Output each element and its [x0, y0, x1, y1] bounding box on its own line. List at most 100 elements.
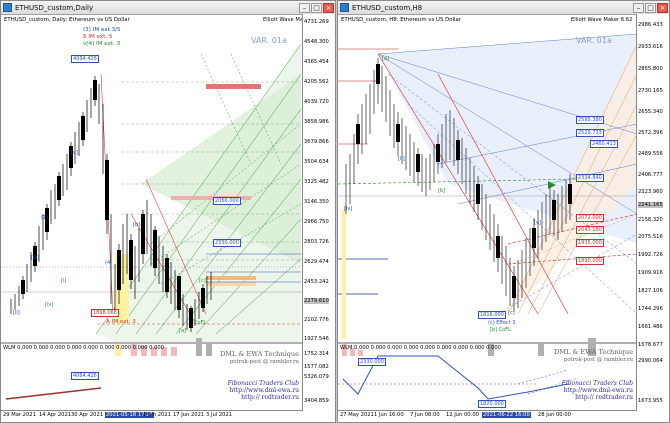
svg-text:[a]: [a] [382, 56, 389, 62]
price-axis-label: 3146.350 [304, 199, 329, 205]
current-price-label: 2241.165 [638, 202, 663, 208]
time-axis-label: 3 Jul 2021 [206, 412, 233, 418]
wave-label: [b] CoFL [490, 327, 511, 333]
price-axis-label: 2158.320 [638, 217, 663, 223]
price-axis-label: 1577.082 [304, 364, 329, 370]
price-axis-label: 1673.955 [638, 398, 663, 404]
close-button[interactable]: × [657, 2, 668, 13]
price-axis-label: 3504.634 [304, 159, 329, 165]
indicator-separator[interactable] [338, 342, 637, 344]
svg-text:(1): (1) [41, 215, 48, 221]
svg-text:[ii]: [ii] [13, 310, 20, 316]
price-axis-label: 2075.516 [638, 234, 663, 240]
svg-text:[b]: [b] [133, 222, 140, 228]
price-chart-area[interactable]: [iii] [v] [ii] (1) (4) [b] [iv] [i] [a] [c] E… [1, 14, 324, 411]
watermark-line: http:// redtrader.ru [575, 394, 633, 401]
price-axis-label: 2655.340 [638, 109, 663, 115]
time-axis[interactable]: 29 Mar 2021 14 Apr 2021 30 Apr 2021 2021… [1, 410, 303, 422]
watermark-links: Fibonacci Traders Club http://www.dml-ew… [228, 380, 299, 401]
price-tag: 1935.000 [576, 239, 604, 247]
svg-text:[iv]: [iv] [344, 206, 352, 212]
wave-label: (c) Effect 3 [488, 320, 516, 326]
price-axis-label: 2323.960 [638, 189, 663, 195]
var-label: VAR. 01a [251, 36, 287, 45]
window-titlebar[interactable]: ETHUSD_custom,H8 – □ × [338, 1, 669, 15]
wave-label: A IM ext. 3 [106, 319, 136, 325]
price-axis-label: 3404.859 [304, 398, 329, 404]
chart-window-h8[interactable]: ETHUSD_custom,H8 – □ × [a] [b] [c] [iv] … [337, 0, 670, 423]
watermark-line: http:// redtrader.ru [241, 394, 299, 401]
window-titlebar[interactable]: ETHUSD_custom,Daily – □ × [1, 1, 335, 15]
chart-window-daily[interactable]: ETHUSD_custom,Daily – □ × [iii] [v] [ii]… [0, 0, 336, 423]
watermark-line: http://www.dml-ewa.ru [563, 387, 633, 394]
svg-text:[ii]: [ii] [398, 156, 405, 162]
price-axis-label: 2933.616 [638, 44, 663, 50]
indicator-header: WLM 0.000 0.000 0.000 0.000 0.000 0.000 … [340, 345, 501, 351]
svg-text:[iv]: [iv] [45, 302, 53, 308]
watermark-line: potrok-post @ rambler.ru [563, 357, 633, 363]
time-axis-cursor-label: 2021-06-22 16:00 [482, 412, 531, 418]
minimize-button[interactable]: – [299, 2, 310, 13]
price-axis-label: 2102.776 [304, 317, 329, 323]
chart-window-icon [3, 3, 12, 12]
price-axis-label: 2966.750 [304, 219, 329, 225]
price-axis[interactable]: 4731.269 4548.300 4365.454 4205.562 4039… [302, 14, 335, 422]
watermark-line: Fibonacci Traders Club [561, 380, 633, 387]
price-axis-label: 3858.986 [304, 119, 329, 125]
maximize-button[interactable]: □ [645, 2, 656, 13]
price-axis[interactable]: 2986.433 2933.616 2855.800 2730.165 2655… [636, 14, 669, 422]
time-axis-label: 12 Jun 00:00 [446, 412, 479, 418]
chart-window-icon [340, 3, 349, 12]
close-button[interactable]: × [323, 2, 334, 13]
price-tag: 2334.840 [576, 174, 604, 182]
chart-header: ETHUSD_custom, H8: Ethereum vs US Dollar [341, 17, 462, 23]
svg-text:[b]: [b] [438, 188, 445, 194]
watermark: DML & EWA Technique potrok-post @ ramble… [554, 348, 633, 364]
indicator-separator[interactable] [1, 342, 303, 344]
wave-label: CoFL [194, 320, 207, 326]
watermark-line: http://www.dml-ewa.ru [229, 387, 299, 394]
watermark-line: potrok-post @ rambler.ru [229, 359, 299, 365]
ewm-label: Elliott Wave Maker 6.62 [571, 17, 633, 23]
price-tag: 2072.000 [576, 214, 604, 222]
time-axis-label: 1 Jun 2021 [143, 412, 171, 418]
price-axis-label: 2453.242 [304, 279, 329, 285]
price-axis-label: 3679.866 [304, 139, 329, 145]
price-axis-label: 4205.562 [304, 79, 329, 85]
minimize-button[interactable]: – [633, 2, 644, 13]
watermark-links: Fibonacci Traders Club http://www.dml-ew… [562, 380, 633, 401]
price-axis-label: 1927.546 [304, 336, 329, 342]
price-tag: 2043.180 [576, 226, 604, 234]
price-axis-label: 2629.474 [304, 259, 329, 265]
price-tag: 2330.000 [358, 358, 386, 366]
price-chart-area[interactable]: [a] [b] [c] [iv] [ii] [v] ETHUSD_custom, H8:… [338, 14, 638, 411]
price-axis-label: 1827.106 [638, 288, 663, 294]
price-axis-label: 5326.079 [304, 374, 329, 380]
svg-text:[a]: [a] [179, 328, 186, 334]
price-tag: 2330.000 [213, 239, 241, 247]
svg-text:[v]: [v] [71, 150, 78, 156]
time-axis-label: 1 Jun 16:00 [374, 412, 404, 418]
price-axis-label: 2855.800 [638, 66, 663, 72]
legend-item: (3) IM ext.3/5 [83, 27, 121, 33]
time-axis-label: 30 Apr 2021 [71, 412, 104, 418]
time-axis-label: 28 Jun 00:00 [538, 412, 571, 418]
price-tag: 1820.000 [478, 400, 506, 408]
price-axis-label: 4548.300 [304, 39, 329, 45]
price-axis-label: 1909.916 [638, 270, 663, 276]
watermark-line: DML & EWA Technique [553, 348, 633, 356]
svg-text:[i]: [i] [61, 278, 66, 284]
price-tag: 2066.000 [213, 197, 241, 205]
price-axis-label: 4039.720 [304, 99, 329, 105]
window-title: ETHUSD_custom,Daily [15, 3, 94, 12]
price-axis-label: 1992.726 [638, 252, 663, 258]
price-tag: 2595.380 [576, 116, 604, 124]
time-axis[interactable]: 27 May 2021 1 Jun 16:00 7 Jun 08:00 12 J… [338, 410, 637, 422]
time-axis-label: 14 Apr 2021 [39, 412, 72, 418]
price-axis-label: 2986.433 [638, 22, 663, 28]
time-axis-label: 29 Mar 2021 [3, 412, 36, 418]
price-axis-label: 2489.556 [638, 151, 663, 157]
maximize-button[interactable]: □ [311, 2, 322, 13]
price-axis-label: 2803.726 [304, 239, 329, 245]
svg-text:(4): (4) [105, 260, 112, 266]
